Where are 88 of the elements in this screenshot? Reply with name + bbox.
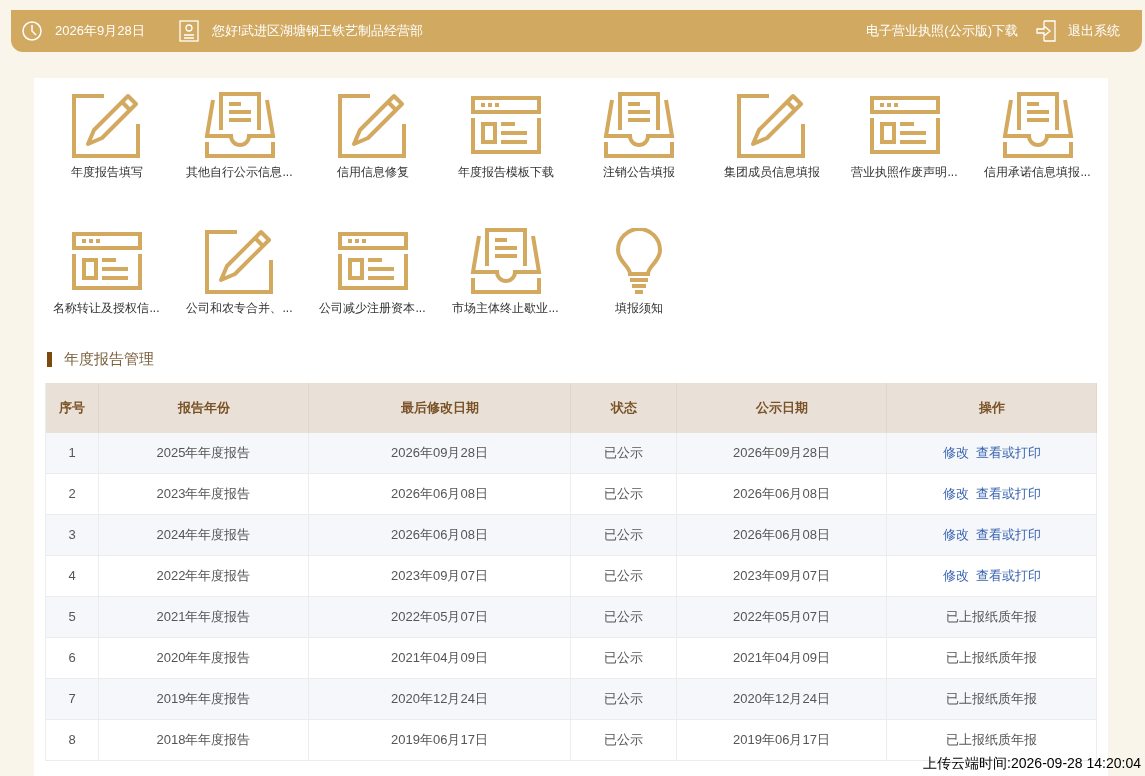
shortcut-tile[interactable]: 营业执照作废声明... — [838, 92, 971, 180]
table-cell: 已上报纸质年报 — [887, 679, 1097, 719]
table-cell: 已公示 — [571, 679, 677, 719]
inbox-icon — [202, 92, 277, 158]
action-link[interactable]: 修改 — [942, 484, 969, 504]
table-cell: 2026年06月08日 — [677, 474, 887, 514]
table-cell: 2026年06月08日 — [309, 515, 571, 555]
inbox-icon — [601, 92, 676, 158]
shortcut-label: 信用承诺信息填报... — [984, 164, 1091, 180]
shortcut-label: 市场主体终止歇业... — [452, 300, 559, 316]
shortcut-tile[interactable]: 市场主体终止歇业... — [439, 228, 572, 316]
shortcut-label: 填报须知 — [614, 300, 663, 316]
table-cell: 2024年年度报告 — [99, 515, 309, 555]
shortcut-tile[interactable]: 名称转让及授权信... — [40, 228, 173, 316]
table-cell: 2026年09月28日 — [309, 433, 571, 473]
action-link[interactable]: 查看或打印 — [975, 484, 1041, 504]
table-cell: 2 — [46, 474, 99, 514]
table-cell: 2020年年度报告 — [99, 638, 309, 678]
user-badge-icon — [178, 20, 199, 42]
shortcut-tile[interactable]: 公司减少注册资本... — [306, 228, 439, 316]
action-link[interactable]: 查看或打印 — [975, 443, 1041, 463]
table-cell: 2022年年度报告 — [99, 556, 309, 596]
shortcut-tile[interactable]: 注销公告填报 — [572, 92, 705, 180]
shortcut-tile[interactable]: 其他自行公示信息... — [173, 92, 306, 180]
shortcut-tile[interactable]: 信用信息修复 — [306, 92, 439, 180]
table-cell: 7 — [46, 679, 99, 719]
table-cell: 2023年09月07日 — [677, 556, 887, 596]
table-cell: 2025年年度报告 — [99, 433, 309, 473]
table-cell: 2020年12月24日 — [309, 679, 571, 719]
shortcut-label: 公司和农专合并、... — [186, 300, 293, 316]
table-cell: 2021年年度报告 — [99, 597, 309, 637]
table-cell: 2019年年度报告 — [99, 679, 309, 719]
table-cell: 已公示 — [571, 433, 677, 473]
table-cell: 5 — [46, 597, 99, 637]
shortcut-label: 其他自行公示信息... — [186, 164, 293, 180]
shortcut-label: 公司减少注册资本... — [319, 300, 426, 316]
section-marker — [47, 351, 52, 367]
table-cell: 已公示 — [571, 515, 677, 555]
current-date: 2026年9月28日 — [55, 22, 145, 41]
table-cell: 2026年06月08日 — [677, 515, 887, 555]
action-link[interactable]: 查看或打印 — [975, 525, 1041, 545]
table-cell: 已上报纸质年报 — [887, 638, 1097, 678]
table-cell: 2019年06月17日 — [677, 720, 887, 760]
table-cell: 2022年05月07日 — [677, 597, 887, 637]
table-cell: 2026年06月08日 — [309, 474, 571, 514]
shortcut-tile[interactable]: 年度报告模板下载 — [439, 92, 572, 180]
table-cell: 已公示 — [571, 720, 677, 760]
action-link[interactable]: 查看或打印 — [975, 566, 1041, 586]
table-cell: 2021年04月09日 — [309, 638, 571, 678]
table-cell: 已公示 — [571, 638, 677, 678]
table-cell: 2019年06月17日 — [309, 720, 571, 760]
inbox-icon — [1000, 92, 1075, 158]
table-cell: 2021年04月09日 — [677, 638, 887, 678]
table-cell: 2018年年度报告 — [99, 720, 309, 760]
table-cell: 1 — [46, 433, 99, 473]
shortcut-label: 名称转让及授权信... — [53, 300, 160, 316]
table-cell: 2020年12月24日 — [677, 679, 887, 719]
greeting-text: 您好!武进区湖塘钢王铁艺制品经营部 — [211, 22, 424, 41]
shortcut-label: 年度报告模板下载 — [457, 164, 554, 180]
table-cell: 已公示 — [571, 597, 677, 637]
inbox-icon — [468, 228, 543, 294]
shortcut-tile[interactable]: 公司和农专合并、... — [173, 228, 306, 316]
section-title: 年度报告管理 — [64, 348, 154, 369]
table-cell: 2022年05月07日 — [309, 597, 571, 637]
shortcut-label: 信用信息修复 — [336, 164, 409, 180]
table-cell: 4 — [46, 556, 99, 596]
shortcut-tile[interactable]: 填报须知 — [572, 228, 705, 316]
action-link[interactable]: 修改 — [942, 525, 969, 545]
shortcut-label: 注销公告填报 — [602, 164, 675, 180]
shortcut-tile[interactable]: 集团成员信息填报 — [705, 92, 838, 180]
logout-icon — [1036, 20, 1056, 42]
table-cell: 已上报纸质年报 — [887, 597, 1097, 637]
table-cell: 已公示 — [571, 556, 677, 596]
table-cell: 3 — [46, 515, 99, 555]
shortcut-tile[interactable]: 信用承诺信息填报... — [971, 92, 1104, 180]
table-cell: 已公示 — [571, 474, 677, 514]
table-cell: 2026年09月28日 — [677, 433, 887, 473]
action-link[interactable]: 修改 — [942, 443, 969, 463]
shortcut-label: 年度报告填写 — [70, 164, 143, 180]
shortcut-label: 营业执照作废声明... — [851, 164, 958, 180]
action-link[interactable]: 修改 — [942, 566, 969, 586]
shortcut-tile[interactable]: 年度报告填写 — [40, 92, 173, 180]
shortcut-label: 集团成员信息填报 — [723, 164, 820, 180]
table-cell: 6 — [46, 638, 99, 678]
table-cell: 8 — [46, 720, 99, 760]
clock-icon — [21, 20, 43, 42]
table-cell: 2023年09月07日 — [309, 556, 571, 596]
table-cell: 2023年年度报告 — [99, 474, 309, 514]
